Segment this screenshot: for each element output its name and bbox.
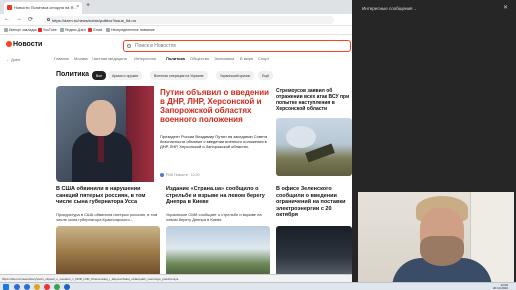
search-input[interactable]: Поиск в Новостях	[123, 40, 351, 52]
bookmark-icon	[60, 28, 64, 32]
main-story-card[interactable]: Путин объявил о введении в ДНР, ЛНР, Хер…	[56, 86, 272, 182]
news-card[interactable]: В США обвинили в нарушении санкций пятер…	[56, 186, 160, 276]
search-placeholder: Поиск в Новостях	[135, 43, 177, 49]
chat-panel-title[interactable]: Интересные сообщения ⌄	[362, 6, 417, 11]
youtube-icon	[38, 28, 42, 32]
main-story-description: Президент России Владимир Путин на засед…	[160, 134, 268, 149]
chevron-down-icon: ⌄	[413, 6, 418, 11]
search-icon	[127, 44, 131, 48]
bookmark-item[interactable]: Импорт закладок	[4, 28, 37, 32]
favicon-icon	[7, 5, 12, 10]
taskbar-clock[interactable]: 12:00 20.10.2022	[493, 284, 508, 290]
nav-item[interactable]: Общество	[190, 56, 209, 61]
source-icon	[160, 173, 164, 177]
address-bar-row: ← → ⟳ https://dzen.ru/news/rubric/politi…	[0, 14, 352, 26]
url-field[interactable]: https://dzen.ru/news/rubric/politics?iss…	[44, 16, 334, 24]
side-story-title[interactable]: Стремоусов заявил об отражении всех атак…	[276, 88, 352, 112]
filter-chip-more[interactable]: Ещё	[258, 71, 274, 80]
reload-icon[interactable]: ⟳	[28, 16, 33, 23]
side-story-card[interactable]: Стремоусов заявил об отражении всех атак…	[276, 86, 352, 182]
smoke-shape	[286, 126, 316, 148]
news-logo[interactable]: Новости	[6, 41, 42, 48]
news-card-image	[166, 226, 270, 276]
new-tab-button[interactable]: +	[86, 2, 90, 9]
main-story-title[interactable]: Путин объявил о введении в ДНР, ЛНР, Хер…	[160, 88, 270, 124]
forward-icon[interactable]: →	[16, 16, 22, 22]
politics-section-header: Политика Все Армия и оружие Военная опер…	[56, 71, 352, 81]
nav-item-active[interactable]: Политика	[166, 56, 185, 61]
back-to-dzen-link[interactable]: ← Дзен	[6, 57, 20, 62]
lock-icon	[47, 18, 50, 21]
news-card-description: Прокуратура в США обвинила пятерых росси…	[56, 212, 158, 222]
webcam-overlay	[358, 192, 514, 282]
browser-window: Новости Политика сегодня на Я... × + ← →…	[0, 0, 352, 282]
nav-item[interactable]: Интересное	[134, 56, 156, 61]
filter-chip[interactable]: Армия и оружие	[108, 71, 143, 80]
filter-chip[interactable]: Военная операция на Украине	[150, 71, 208, 80]
artillery-shape	[305, 143, 335, 163]
tab-title: Новости Политика сегодня на Я...	[14, 5, 77, 10]
news-card[interactable]: В офисе Зеленского сообщили о введении о…	[276, 186, 352, 276]
nav-item[interactable]: Главное	[54, 56, 69, 61]
taskbar-app-icon[interactable]	[24, 284, 30, 290]
bookmark-icon	[106, 28, 110, 32]
site-header: Новости Поиск в Новостях	[0, 36, 352, 54]
bookmark-item[interactable]: Gmail	[88, 28, 102, 32]
filter-chip[interactable]: Украинский кризис	[216, 71, 255, 80]
nav-item[interactable]: Москва	[74, 56, 88, 61]
news-card-description: Украинское СМИ сообщает о стрельбе и взр…	[166, 212, 262, 222]
taskbar-app-icon[interactable]	[34, 284, 40, 290]
back-icon[interactable]: ←	[4, 16, 10, 22]
news-card-image	[276, 226, 352, 276]
filter-chip-all[interactable]: Все	[92, 71, 107, 80]
news-card[interactable]: Издание «Страна.ua» сообщило о стрельбе …	[166, 186, 270, 276]
bookmark-item[interactable]: Неопределенное название	[106, 28, 155, 32]
close-icon[interactable]: ✕	[503, 4, 508, 11]
main-story-source: РИА Новости · 12:00	[160, 173, 200, 177]
news-card-title[interactable]: В офисе Зеленского сообщили о введении о…	[276, 186, 352, 219]
bookmark-item[interactable]: YouTube	[38, 28, 57, 32]
browser-tab[interactable]: Новости Политика сегодня на Я... ×	[4, 2, 82, 14]
main-story-image	[56, 86, 154, 182]
bookmark-icon	[4, 28, 8, 32]
side-story-image	[276, 118, 352, 176]
taskbar-app-icon[interactable]	[14, 284, 20, 290]
person-tie	[98, 136, 104, 162]
status-bar: https://dzen.ru/news/story/putin_obyavil…	[0, 274, 352, 282]
person-head	[86, 100, 116, 136]
yandex-logo-icon	[6, 41, 12, 47]
news-card-title[interactable]: В США обвинили в нарушении санкций пятер…	[56, 186, 160, 206]
taskbar-app-icon[interactable]	[64, 284, 70, 290]
taskbar-app-icon[interactable]	[44, 284, 50, 290]
nav-item[interactable]: В мире	[240, 56, 253, 61]
taskbar: 12:00 20.10.2022	[0, 282, 516, 290]
nav-item[interactable]: Спорт	[258, 56, 269, 61]
nav-item[interactable]: Частная медицина	[92, 56, 127, 61]
start-button[interactable]	[3, 284, 9, 290]
news-card-title[interactable]: Издание «Страна.ua» сообщило о стрельбе …	[166, 186, 270, 206]
bookmark-item[interactable]: Яндекс.Дзен	[60, 28, 86, 32]
news-card-image	[56, 226, 160, 276]
tab-bar: Новости Политика сегодня на Я... × +	[0, 0, 352, 14]
nav-item[interactable]: Экономика	[214, 56, 234, 61]
gmail-icon	[88, 28, 92, 32]
person-beard	[420, 236, 464, 266]
close-tab-icon[interactable]: ×	[76, 4, 79, 10]
section-title: Политика	[56, 71, 90, 78]
taskbar-app-icon[interactable]	[54, 284, 60, 290]
bookmarks-bar: Импорт закладок YouTube Яндекс.Дзен Gmai…	[0, 26, 352, 35]
url-text: https://dzen.ru/news/rubric/politics?iss…	[52, 18, 137, 23]
category-nav: ← Дзен Главное Москва Частная медицина И…	[0, 55, 352, 65]
